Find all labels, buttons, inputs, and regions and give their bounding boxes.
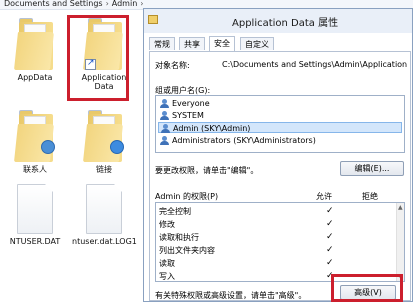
group-item-label: Admin (SKY\Admin) <box>173 124 251 133</box>
tab-general[interactable]: 常规 <box>149 37 175 50</box>
file-label: ntuser.dat.LOG1 <box>72 237 137 246</box>
link-badge-icon <box>110 140 124 154</box>
scroll-up-icon[interactable]: ▲ <box>398 204 403 211</box>
groups-listbox[interactable]: Everyone SYSTEM Admin (SKY\Admin) Admini… <box>155 95 405 153</box>
allow-check-icon: ✓ <box>326 245 334 255</box>
file-item-ntuser-dat[interactable]: NTUSER.DAT <box>3 184 67 246</box>
breadcrumb-separator-icon: › <box>105 0 109 8</box>
permissions-list: 完全控制 ✓ 修改 ✓ 读取和执行 ✓ 列出文件夹内容 ✓ 读取 ✓ 写入 ✓ … <box>155 202 405 282</box>
tab-sharing[interactable]: 共享 <box>179 37 205 50</box>
file-label: AppData <box>17 73 53 82</box>
group-item-admin[interactable]: Admin (SKY\Admin) <box>158 122 402 133</box>
permission-name: 完全控制 <box>159 207 191 216</box>
user-icon <box>161 124 170 133</box>
highlight-box-advanced <box>331 274 403 302</box>
group-item-label: Everyone <box>172 99 210 108</box>
breadcrumb-item-admin[interactable]: Admin <box>112 0 138 8</box>
file-label: NTUSER.DAT <box>9 237 61 246</box>
dialog-title: Application Data 属性 <box>232 18 339 29</box>
highlight-box-folder <box>67 15 129 101</box>
permission-row: 读取和执行 ✓ <box>159 232 399 243</box>
group-item-everyone[interactable]: Everyone <box>158 98 402 109</box>
file-label: 联系人 <box>23 165 47 174</box>
contacts-folder-icon <box>14 108 55 162</box>
group-item-label: Administrators (SKY\Administrators) <box>172 136 316 145</box>
permission-name: 读取和执行 <box>159 233 199 242</box>
contact-badge-icon <box>41 140 55 154</box>
file-item-appdata[interactable]: AppData <box>3 16 67 82</box>
file-item-links[interactable]: 链接 <box>72 108 136 174</box>
permission-name: 写入 <box>159 272 175 281</box>
permissions-label: Admin 的权限(P) <box>155 192 219 201</box>
folder-icon <box>14 16 55 70</box>
permission-name: 列出文件夹内容 <box>159 246 215 255</box>
tab-customize[interactable]: 自定义 <box>240 37 274 50</box>
user-group-icon <box>160 111 169 120</box>
object-name-label: 对象名称: <box>155 61 190 70</box>
group-item-label: SYSTEM <box>172 111 204 120</box>
object-name-value: C:\Documents and Settings\Admin\Applicat… <box>222 60 410 69</box>
file-icon <box>86 184 122 234</box>
deny-column-header: 拒绝 <box>362 192 378 201</box>
edit-button[interactable]: 编辑(E)... <box>340 161 404 176</box>
allow-check-icon: ✓ <box>326 206 334 216</box>
permission-row: 修改 ✓ <box>159 219 399 230</box>
folder-icon <box>148 15 158 24</box>
dialog-titlebar[interactable]: Application Data 属性 <box>144 9 412 33</box>
group-item-administrators[interactable]: Administrators (SKY\Administrators) <box>158 135 402 146</box>
allow-check-icon: ✓ <box>326 219 334 229</box>
permission-name: 修改 <box>159 220 175 229</box>
permission-name: 读取 <box>159 259 175 268</box>
permission-row: 列出文件夹内容 ✓ <box>159 245 399 256</box>
user-group-icon <box>160 136 169 145</box>
permissions-scrollbar[interactable]: ▲ ▼ <box>396 203 404 281</box>
file-icon <box>17 184 53 234</box>
properties-dialog: Application Data 属性 常规 共享 安全 自定义 对象名称: C… <box>143 8 413 302</box>
permission-row: 完全控制 ✓ <box>159 206 399 217</box>
file-item-contacts[interactable]: 联系人 <box>3 108 67 174</box>
allow-check-icon: ✓ <box>326 232 334 242</box>
user-group-icon <box>160 99 169 108</box>
links-folder-icon <box>83 108 124 162</box>
file-label: 链接 <box>96 165 112 174</box>
tab-security[interactable]: 安全 <box>209 36 235 51</box>
group-item-system[interactable]: SYSTEM <box>158 110 402 121</box>
breadcrumb-separator-icon: › <box>140 0 144 8</box>
advanced-hint: 有关特殊权限或高级设置，请单击"高级"。 <box>155 291 307 300</box>
permission-row: 读取 ✓ <box>159 258 399 269</box>
breadcrumb-item-documents[interactable]: Documents and Settings <box>4 0 103 8</box>
file-item-ntuser-log1[interactable]: ntuser.dat.LOG1 <box>72 184 137 246</box>
edit-hint: 要更改权限，请单击"编辑"。 <box>155 166 259 175</box>
allow-check-icon: ✓ <box>326 258 334 268</box>
allow-column-header: 允许 <box>316 192 332 201</box>
